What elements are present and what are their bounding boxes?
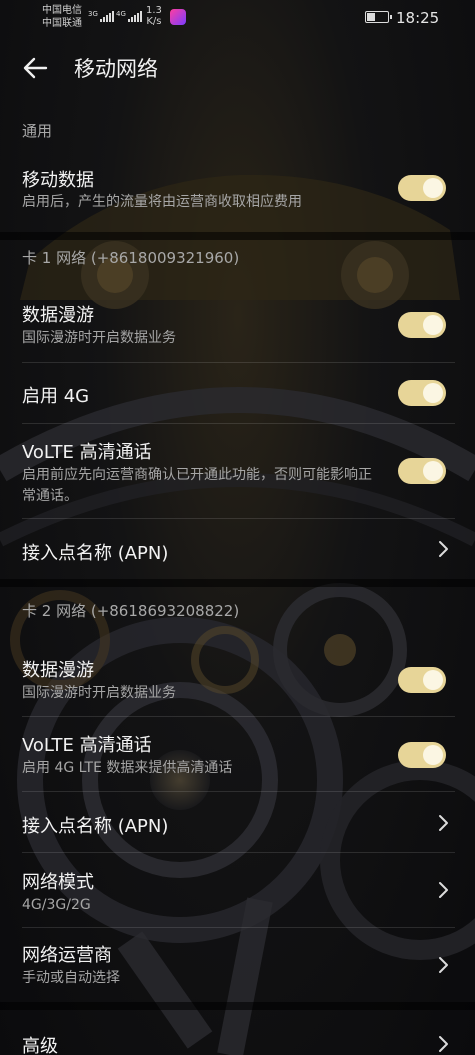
network-carrier-subtitle: 手动或自动选择	[22, 970, 120, 986]
sim1-volte-title: VoLTE 高清通话	[22, 442, 152, 463]
sim1-volte-row[interactable]: VoLTE 高清通话 启用前应先向运营商确认已开通此功能，否则可能影响正常通话。	[0, 424, 475, 518]
signal-icon: 3G	[88, 10, 114, 22]
chevron-right-icon	[439, 957, 448, 973]
mobile-data-toggle[interactable]	[398, 175, 446, 201]
advanced-row[interactable]: 高级	[0, 1012, 475, 1055]
network-mode-title: 网络模式	[22, 872, 94, 893]
sim2-network-type: 4G	[116, 10, 126, 18]
app-icon	[170, 9, 186, 25]
section-header-general: 通用	[22, 122, 53, 140]
sim1-volte-toggle[interactable]	[398, 458, 446, 484]
section-gap	[0, 1002, 475, 1010]
network-speed: 1.3 K/s	[146, 5, 162, 27]
section-gap	[0, 232, 475, 240]
sim1-roaming-row[interactable]: 数据漫游 国际漫游时开启数据业务	[0, 295, 475, 363]
chevron-right-icon	[439, 882, 448, 898]
sim1-roaming-toggle[interactable]	[398, 312, 446, 338]
network-carrier-title: 网络运营商	[22, 945, 112, 966]
carrier-labels: 中国电信 中国联通	[42, 4, 82, 30]
carrier-2-label: 中国联通	[42, 18, 82, 29]
chevron-right-icon	[439, 815, 448, 831]
sim2-roaming-title: 数据漫游	[22, 660, 94, 681]
section-header-sim2: 卡 2 网络 (+8618693208822)	[22, 602, 240, 620]
back-arrow-icon[interactable]	[20, 52, 52, 84]
chevron-right-icon	[439, 1036, 448, 1052]
carrier-1-label: 中国电信	[42, 5, 82, 16]
chevron-right-icon	[439, 541, 448, 557]
sim2-apn-title: 接入点名称 (APN)	[22, 816, 169, 837]
sim1-volte-subtitle: 启用前应先向运营商确认已开通此功能，否则可能影响正常通话。	[22, 467, 372, 504]
sim2-roaming-toggle[interactable]	[398, 667, 446, 693]
sim1-enable-4g-toggle[interactable]	[398, 380, 446, 406]
battery-icon	[365, 11, 392, 23]
mobile-data-title: 移动数据	[22, 170, 94, 191]
sim2-volte-toggle[interactable]	[398, 742, 446, 768]
sim2-carrier-row[interactable]: 网络运营商 手动或自动选择	[0, 928, 475, 1002]
sim1-roaming-title: 数据漫游	[22, 305, 94, 326]
sim2-apn-row[interactable]: 接入点名称 (APN)	[0, 792, 475, 852]
section-gap	[0, 579, 475, 587]
status-bar: 中国电信 中国联通 3G 4G 1.3 K/s 18:25	[0, 0, 475, 36]
signal-icon: 4G	[116, 10, 142, 22]
sim2-volte-title: VoLTE 高清通话	[22, 735, 152, 756]
sim1-roaming-subtitle: 国际漫游时开启数据业务	[22, 330, 176, 346]
sim1-enable-4g-row[interactable]: 启用 4G	[0, 363, 475, 423]
sim1-apn-title: 接入点名称 (APN)	[22, 543, 169, 564]
sim1-enable-4g-title: 启用 4G	[22, 386, 90, 407]
network-speed-unit: K/s	[146, 16, 162, 27]
network-speed-value: 1.3	[146, 5, 162, 16]
app-bar: 移动网络	[0, 40, 475, 96]
clock: 18:25	[396, 9, 440, 27]
network-mode-subtitle: 4G/3G/2G	[22, 897, 91, 913]
mobile-data-row[interactable]: 移动数据 启用后，产生的流量将由运营商收取相应费用	[0, 160, 475, 232]
sim2-network-mode-row[interactable]: 网络模式 4G/3G/2G	[0, 853, 475, 927]
sim2-roaming-subtitle: 国际漫游时开启数据业务	[22, 685, 176, 701]
advanced-title: 高级	[22, 1036, 58, 1055]
sim2-volte-subtitle: 启用 4G LTE 数据来提供高清通话	[22, 760, 233, 776]
mobile-data-subtitle: 启用后，产生的流量将由运营商收取相应费用	[22, 194, 302, 210]
sim1-apn-row[interactable]: 接入点名称 (APN)	[0, 519, 475, 579]
sim2-volte-row[interactable]: VoLTE 高清通话 启用 4G LTE 数据来提供高清通话	[0, 717, 475, 791]
sim1-network-type: 3G	[88, 10, 98, 18]
page-title: 移动网络	[74, 57, 158, 81]
sim2-roaming-row[interactable]: 数据漫游 国际漫游时开启数据业务	[0, 648, 475, 716]
section-header-sim1: 卡 1 网络 (+8618009321960)	[22, 249, 240, 267]
